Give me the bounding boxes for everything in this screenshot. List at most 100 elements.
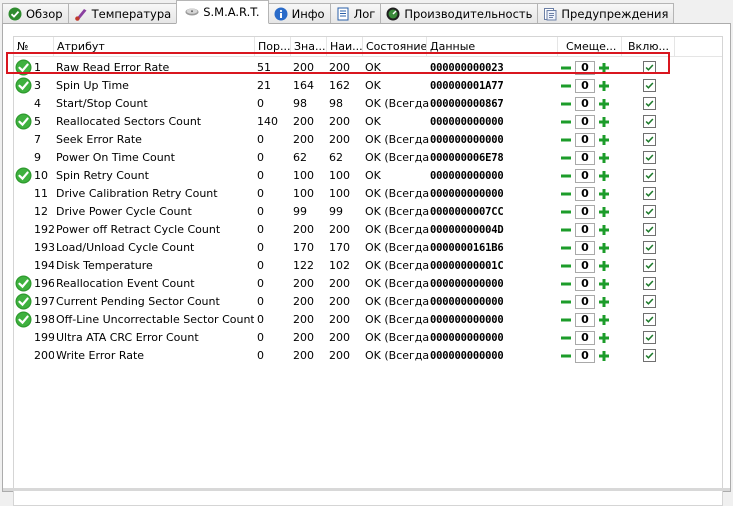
- tab-performance[interactable]: Производительность: [380, 3, 539, 24]
- offset-value[interactable]: 0: [575, 97, 595, 111]
- minus-icon[interactable]: [559, 330, 573, 346]
- enabled-checkbox[interactable]: [643, 115, 656, 128]
- offset-stepper[interactable]: 0: [559, 258, 609, 274]
- table-row[interactable]: 5 Reallocated Sectors Count 140 200 200 OK 000…: [14, 113, 722, 131]
- column-header-worst[interactable]: Наи...: [327, 37, 363, 57]
- offset-value[interactable]: 0: [575, 295, 595, 309]
- enabled-checkbox[interactable]: [643, 97, 656, 110]
- offset-value[interactable]: 0: [575, 187, 595, 201]
- offset-value[interactable]: 0: [575, 241, 595, 255]
- offset-stepper[interactable]: 0: [559, 312, 609, 328]
- offset-stepper[interactable]: 0: [559, 168, 609, 184]
- offset-stepper[interactable]: 0: [559, 348, 609, 364]
- plus-icon[interactable]: [597, 60, 611, 76]
- minus-icon[interactable]: [559, 186, 573, 202]
- offset-stepper[interactable]: 0: [559, 276, 609, 292]
- plus-icon[interactable]: [597, 276, 611, 292]
- offset-stepper[interactable]: 0: [559, 96, 609, 112]
- plus-icon[interactable]: [597, 114, 611, 130]
- minus-icon[interactable]: [559, 258, 573, 274]
- plus-icon[interactable]: [597, 222, 611, 238]
- enabled-checkbox[interactable]: [643, 205, 656, 218]
- minus-icon[interactable]: [559, 132, 573, 148]
- plus-icon[interactable]: [597, 240, 611, 256]
- table-row[interactable]: 196 Reallocation Event Count 0 200 200 OK (Вс…: [14, 275, 722, 293]
- minus-icon[interactable]: [559, 78, 573, 94]
- enabled-checkbox[interactable]: [643, 151, 656, 164]
- table-row[interactable]: 197 Current Pending Sector Count 0 200 200 OK…: [14, 293, 722, 311]
- table-row[interactable]: 199 Ultra ATA CRC Error Count 0 200 200 OK (В…: [14, 329, 722, 347]
- minus-icon[interactable]: [559, 204, 573, 220]
- tab-info[interactable]: Инфо: [267, 3, 331, 24]
- enabled-checkbox[interactable]: [643, 187, 656, 200]
- offset-stepper[interactable]: 0: [559, 330, 609, 346]
- minus-icon[interactable]: [559, 240, 573, 256]
- offset-stepper[interactable]: 0: [559, 240, 609, 256]
- offset-value[interactable]: 0: [575, 349, 595, 363]
- offset-value[interactable]: 0: [575, 331, 595, 345]
- offset-value[interactable]: 0: [575, 205, 595, 219]
- column-header-state[interactable]: Состояние: [363, 37, 427, 57]
- minus-icon[interactable]: [559, 276, 573, 292]
- enabled-checkbox[interactable]: [643, 349, 656, 362]
- offset-stepper[interactable]: 0: [559, 60, 609, 76]
- column-header-value[interactable]: Зна...: [291, 37, 327, 57]
- tab-smart[interactable]: S.M.A.R.T.: [176, 0, 269, 24]
- plus-icon[interactable]: [597, 186, 611, 202]
- enabled-checkbox[interactable]: [643, 61, 656, 74]
- offset-value[interactable]: 0: [575, 79, 595, 93]
- table-row[interactable]: 198 Off-Line Uncorrectable Sector Count 0 2…: [14, 311, 722, 329]
- tab-warnings[interactable]: Предупреждения: [537, 3, 675, 24]
- enabled-checkbox[interactable]: [643, 277, 656, 290]
- plus-icon[interactable]: [597, 348, 611, 364]
- plus-icon[interactable]: [597, 168, 611, 184]
- plus-icon[interactable]: [597, 204, 611, 220]
- offset-stepper[interactable]: 0: [559, 78, 609, 94]
- table-row[interactable]: 192 Power off Retract Cycle Count 0 200 200 O…: [14, 221, 722, 239]
- table-row[interactable]: 4Start/Stop Count09898OK (Всегда...00000…: [14, 95, 722, 113]
- enabled-checkbox[interactable]: [643, 79, 656, 92]
- enabled-checkbox[interactable]: [643, 133, 656, 146]
- minus-icon[interactable]: [559, 294, 573, 310]
- minus-icon[interactable]: [559, 96, 573, 112]
- column-header-num[interactable]: №: [14, 37, 54, 57]
- offset-value[interactable]: 0: [575, 133, 595, 147]
- minus-icon[interactable]: [559, 312, 573, 328]
- enabled-checkbox[interactable]: [643, 313, 656, 326]
- minus-icon[interactable]: [559, 150, 573, 166]
- enabled-checkbox[interactable]: [643, 331, 656, 344]
- table-row[interactable]: 3 Spin Up Time 21 164 162 OK 000000001A77 0: [14, 77, 722, 95]
- offset-stepper[interactable]: 0: [559, 204, 609, 220]
- offset-value[interactable]: 0: [575, 223, 595, 237]
- table-row[interactable]: 200Write Error Rate0200200OK (Всегда...0…: [14, 347, 722, 365]
- column-header-threshold[interactable]: Пор...: [255, 37, 291, 57]
- table-row[interactable]: 193 Load/Unload Cycle Count 0 170 170 OK (Все…: [14, 239, 722, 257]
- enabled-checkbox[interactable]: [643, 295, 656, 308]
- plus-icon[interactable]: [597, 312, 611, 328]
- offset-stepper[interactable]: 0: [559, 132, 609, 148]
- minus-icon[interactable]: [559, 222, 573, 238]
- offset-value[interactable]: 0: [575, 151, 595, 165]
- table-row[interactable]: 12 Drive Power Cycle Count 0 99 99 OK (Всегда…: [14, 203, 722, 221]
- offset-value[interactable]: 0: [575, 259, 595, 273]
- column-header-enabled[interactable]: Вклю...: [622, 37, 675, 57]
- column-header-data[interactable]: Данные: [427, 37, 558, 57]
- table-row[interactable]: 1 Raw Read Error Rate 51 200 200 OK 0000000000…: [14, 59, 722, 77]
- column-header-attribute[interactable]: Атрибут: [54, 37, 255, 57]
- offset-stepper[interactable]: 0: [559, 222, 609, 238]
- enabled-checkbox[interactable]: [643, 169, 656, 182]
- offset-stepper[interactable]: 0: [559, 114, 609, 130]
- offset-stepper[interactable]: 0: [559, 294, 609, 310]
- plus-icon[interactable]: [597, 330, 611, 346]
- table-row[interactable]: 10 Spin Retry Count 0 100 100 OK 000000000000 0: [14, 167, 722, 185]
- plus-icon[interactable]: [597, 150, 611, 166]
- offset-value[interactable]: 0: [575, 313, 595, 327]
- minus-icon[interactable]: [559, 168, 573, 184]
- table-row[interactable]: 11 Drive Calibration Retry Count 0 100 100 OK…: [14, 185, 722, 203]
- tab-temperature[interactable]: Температура: [67, 3, 178, 24]
- offset-value[interactable]: 0: [575, 115, 595, 129]
- table-row[interactable]: 194Disk Temperature0122102OK (Всегда...0…: [14, 257, 722, 275]
- column-header-offset[interactable]: Смеще...: [558, 37, 622, 57]
- plus-icon[interactable]: [597, 96, 611, 112]
- tab-log[interactable]: Лог: [329, 3, 382, 24]
